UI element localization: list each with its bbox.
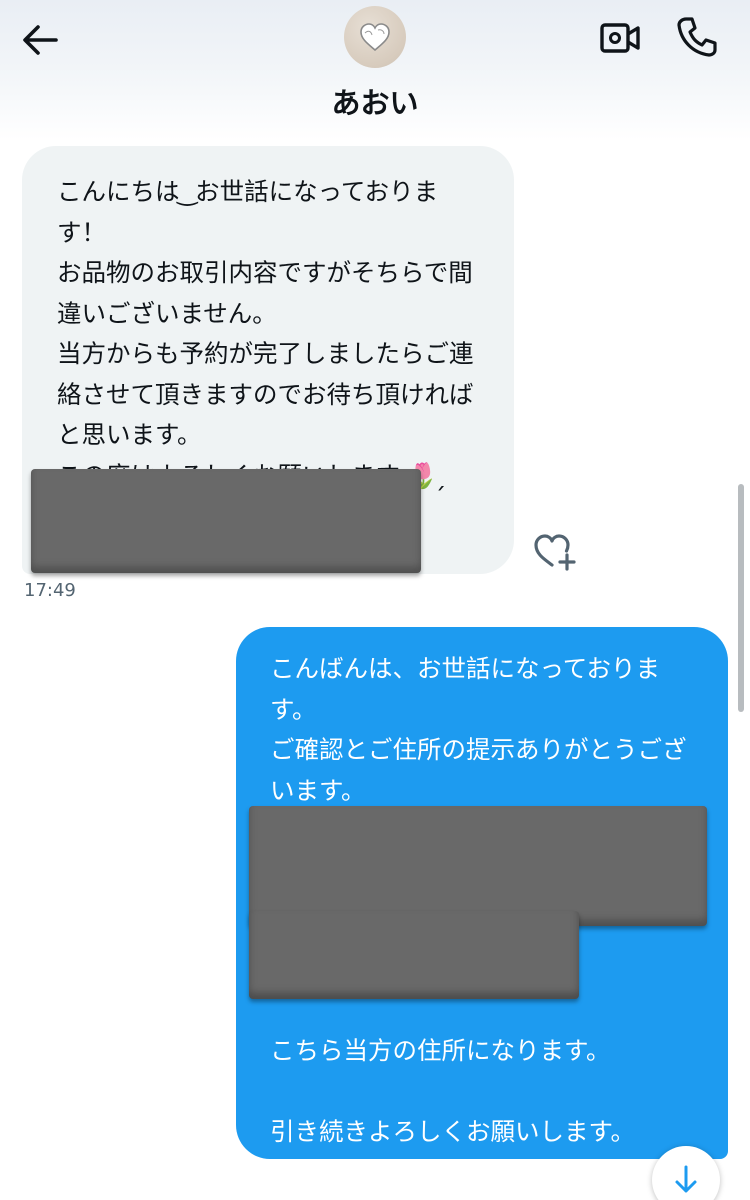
contact-name[interactable]: あおい bbox=[0, 80, 750, 122]
redacted-block bbox=[249, 806, 707, 926]
scrollbar[interactable] bbox=[738, 484, 744, 712]
message-timestamp: 17:49 bbox=[24, 580, 76, 601]
add-reaction-button[interactable] bbox=[530, 530, 578, 572]
redacted-block bbox=[31, 469, 421, 573]
redacted-block bbox=[249, 911, 579, 999]
conversation-header: あおい bbox=[0, 0, 750, 140]
incoming-message-bubble[interactable]: こんにちは ͜ お世話になっておりま す！ お品物のお取引内容ですがそちらで間 … bbox=[22, 146, 514, 574]
back-button[interactable] bbox=[18, 18, 62, 62]
incoming-message-text: こんにちは ͜ お世話になっておりま す！ お品物のお取引内容ですがそちらで間 … bbox=[57, 177, 474, 490]
arrow-down-icon bbox=[675, 1165, 697, 1193]
heart-plus-icon bbox=[534, 534, 576, 571]
video-call-button[interactable] bbox=[598, 16, 642, 60]
avatar[interactable] bbox=[344, 6, 406, 68]
arrow-left-icon bbox=[23, 25, 58, 55]
video-camera-icon bbox=[600, 23, 640, 53]
heart-icon bbox=[360, 23, 390, 52]
outgoing-message-bubble[interactable]: こんばんは、お世話になっておりま す。 ご確認とご住所の提示ありがとうござ いま… bbox=[236, 627, 728, 1159]
outgoing-message-text-after: こちら当方の住所になります。 引き続きよろしくお願いします。 bbox=[270, 1036, 636, 1146]
outgoing-message-text: こんばんは、お世話になっておりま す。 ご確認とご住所の提示ありがとうござ いま… bbox=[270, 654, 687, 805]
voice-call-button[interactable] bbox=[674, 14, 720, 60]
phone-icon bbox=[677, 17, 717, 57]
